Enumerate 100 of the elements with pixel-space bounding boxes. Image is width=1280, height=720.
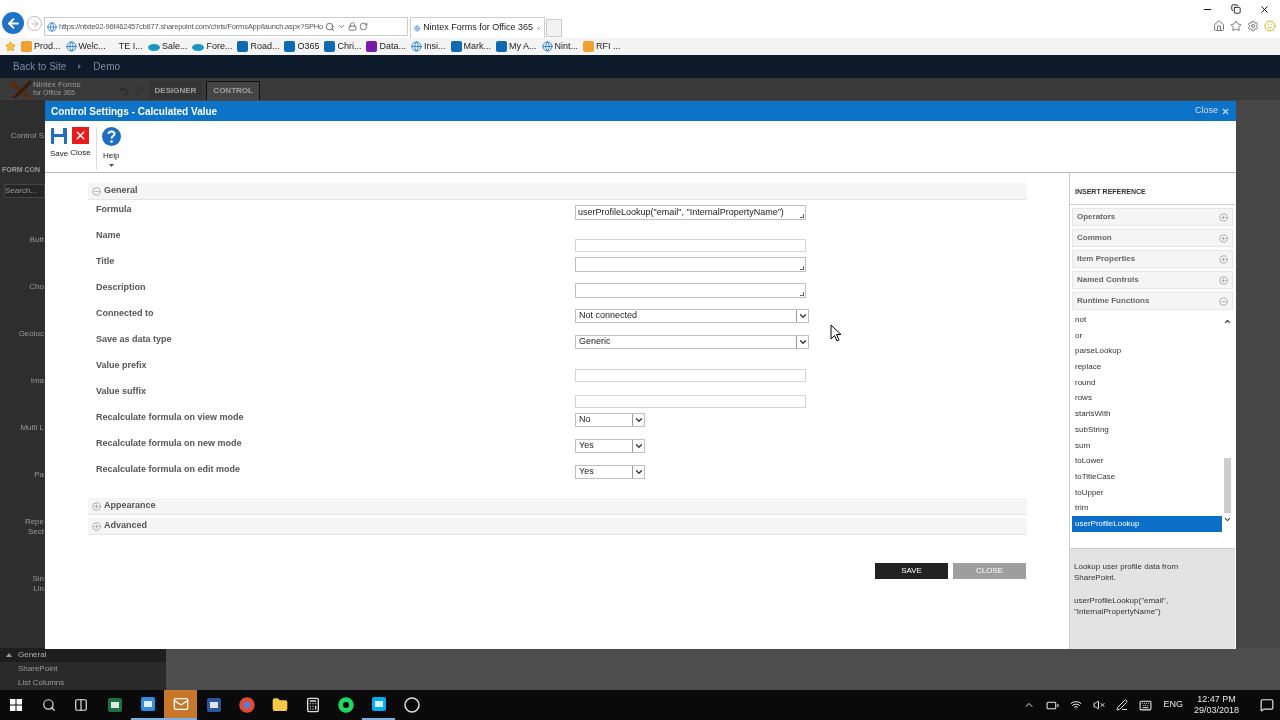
text-field[interactable] bbox=[575, 239, 806, 253]
text-field[interactable] bbox=[575, 395, 806, 409]
collapse-icon[interactable] bbox=[6, 653, 12, 657]
bookmark-link[interactable]: My A... bbox=[496, 39, 537, 54]
bookmark-link[interactable]: Chri... bbox=[324, 39, 362, 54]
scroll-down-icon[interactable] bbox=[1223, 515, 1232, 524]
function-item[interactable]: rows bbox=[1072, 390, 1222, 407]
bookmark-link[interactable]: Fore... bbox=[192, 39, 233, 54]
music-icon bbox=[337, 697, 354, 713]
back-button[interactable] bbox=[2, 12, 24, 34]
close-link[interactable]: Close bbox=[1195, 104, 1218, 118]
text-area[interactable]: userProfileLookup("email", "InternalPropertyName") bbox=[575, 205, 806, 220]
function-item[interactable]: or bbox=[1072, 327, 1222, 344]
task-view-icon[interactable] bbox=[74, 698, 88, 712]
control-item[interactable]: Butt bbox=[0, 235, 44, 245]
collapse-icon bbox=[92, 186, 101, 196]
restore-icon[interactable] bbox=[1231, 4, 1241, 14]
clock[interactable]: 12:47 PM 29/03/2018 bbox=[1193, 694, 1239, 716]
keyboard-icon[interactable] bbox=[1139, 698, 1153, 712]
accordion-header[interactable]: Common bbox=[1072, 229, 1233, 247]
save-button[interactable]: SAVE bbox=[875, 563, 948, 579]
section-header[interactable]: Appearance bbox=[88, 498, 1027, 515]
close-icon[interactable] bbox=[1259, 4, 1270, 15]
bookmark-link[interactable]: O365 bbox=[284, 39, 320, 54]
save-button[interactable]: Save bbox=[49, 127, 70, 160]
function-item[interactable]: sum bbox=[1072, 437, 1222, 454]
bookmark-link[interactable]: Welc... bbox=[65, 39, 106, 54]
pen-icon[interactable] bbox=[1116, 699, 1129, 711]
category-item[interactable]: General bbox=[18, 648, 47, 662]
search-icon[interactable] bbox=[42, 698, 56, 712]
home-icon[interactable] bbox=[1213, 20, 1225, 32]
help-button[interactable]: Help bbox=[100, 127, 122, 167]
accordion-header[interactable]: Runtime Functions bbox=[1072, 292, 1233, 310]
settings-icon[interactable] bbox=[1247, 20, 1259, 32]
function-item[interactable]: not bbox=[1072, 312, 1222, 328]
bookmark-link[interactable]: Mark... bbox=[450, 39, 492, 54]
control-item[interactable]: Multi L bbox=[0, 423, 44, 433]
dropdown[interactable]: Not connected bbox=[575, 309, 809, 323]
function-item[interactable]: subString bbox=[1072, 422, 1222, 438]
favorites-icon[interactable] bbox=[1230, 20, 1242, 32]
function-item[interactable]: userProfileLookup bbox=[1072, 516, 1222, 533]
function-item[interactable]: toUpper bbox=[1072, 484, 1222, 501]
control-item[interactable]: Sin Lin bbox=[0, 574, 44, 594]
expand-icon bbox=[1219, 212, 1228, 222]
close-icon bbox=[71, 127, 89, 144]
dropdown[interactable]: Yes bbox=[575, 439, 645, 453]
category-item[interactable]: SharePoint bbox=[18, 662, 58, 676]
function-item[interactable]: round bbox=[1072, 374, 1222, 391]
control-item[interactable]: Pa bbox=[0, 470, 44, 480]
breadcrumb-link[interactable]: Demo bbox=[93, 59, 121, 74]
ribbon-tab[interactable]: CONTROL bbox=[206, 81, 260, 100]
dropdown[interactable]: Generic bbox=[575, 335, 809, 349]
control-item[interactable]: Geoloc bbox=[0, 329, 44, 339]
ribbon-tab[interactable]: DESIGNER bbox=[148, 81, 203, 100]
globe-icon bbox=[411, 41, 422, 52]
bookmark-link[interactable]: TE I... bbox=[118, 39, 143, 54]
scrollbar-thumb[interactable] bbox=[1224, 458, 1231, 513]
breadcrumb-link[interactable]: Back to Site bbox=[13, 59, 67, 74]
section-header[interactable]: General bbox=[88, 183, 1027, 200]
accordion-header[interactable]: Operators bbox=[1072, 208, 1233, 226]
cloud-icon bbox=[147, 42, 160, 51]
search-field[interactable]: Search... bbox=[4, 184, 45, 198]
network-icon[interactable] bbox=[1070, 699, 1083, 711]
mute-icon[interactable] bbox=[1093, 699, 1106, 711]
function-item[interactable]: toTitleCase bbox=[1072, 469, 1222, 485]
close-button[interactable]: Close bbox=[69, 127, 92, 159]
dropdown[interactable]: Yes bbox=[575, 465, 645, 479]
language-indicator[interactable]: ENG bbox=[1163, 698, 1183, 712]
search-icon bbox=[324, 21, 335, 32]
control-item[interactable]: Ima bbox=[0, 376, 44, 386]
section-header[interactable]: Advanced bbox=[88, 518, 1027, 535]
field-label: Description bbox=[96, 281, 147, 294]
function-item[interactable]: parseLookup bbox=[1072, 343, 1222, 360]
function-item[interactable]: trim bbox=[1072, 500, 1222, 517]
bookmark-link[interactable]: Prod... bbox=[21, 39, 61, 54]
star-icon[interactable] bbox=[5, 41, 16, 52]
accordion-header[interactable]: Named Controls bbox=[1072, 271, 1233, 289]
caret-icon bbox=[797, 311, 808, 321]
bookmark-link[interactable]: Road... bbox=[237, 39, 280, 54]
control-item[interactable]: Cho bbox=[0, 282, 44, 292]
notifications-icon[interactable] bbox=[1260, 698, 1274, 712]
dropdown[interactable]: No bbox=[575, 413, 645, 427]
tab-title: Nintex Forms for Office 365 bbox=[423, 21, 533, 35]
windows-logo-icon[interactable] bbox=[10, 699, 22, 711]
caret-icon bbox=[633, 467, 644, 477]
text-field[interactable] bbox=[575, 369, 806, 383]
control-item[interactable]: Repe Sect bbox=[0, 517, 44, 537]
browser-icon bbox=[139, 696, 156, 712]
function-item[interactable]: replace bbox=[1072, 359, 1222, 375]
function-description: Lookup user profile data from SharePoint. bbox=[1074, 561, 1180, 583]
category-item[interactable]: List Columns bbox=[18, 676, 65, 690]
function-item[interactable]: toLower bbox=[1072, 453, 1222, 470]
function-item[interactable]: startsWith bbox=[1072, 406, 1222, 423]
scroll-up-icon[interactable] bbox=[1223, 317, 1232, 326]
bookmark-link[interactable]: RFI ... bbox=[583, 39, 621, 54]
bookmark-link[interactable]: Sale... bbox=[147, 39, 188, 54]
bookmark-link[interactable]: Nint... bbox=[541, 39, 579, 54]
bookmark-link[interactable]: Insi... bbox=[411, 39, 446, 54]
bookmark-link[interactable]: Data... bbox=[366, 39, 406, 54]
accordion-header[interactable]: Item Properties bbox=[1072, 250, 1233, 268]
